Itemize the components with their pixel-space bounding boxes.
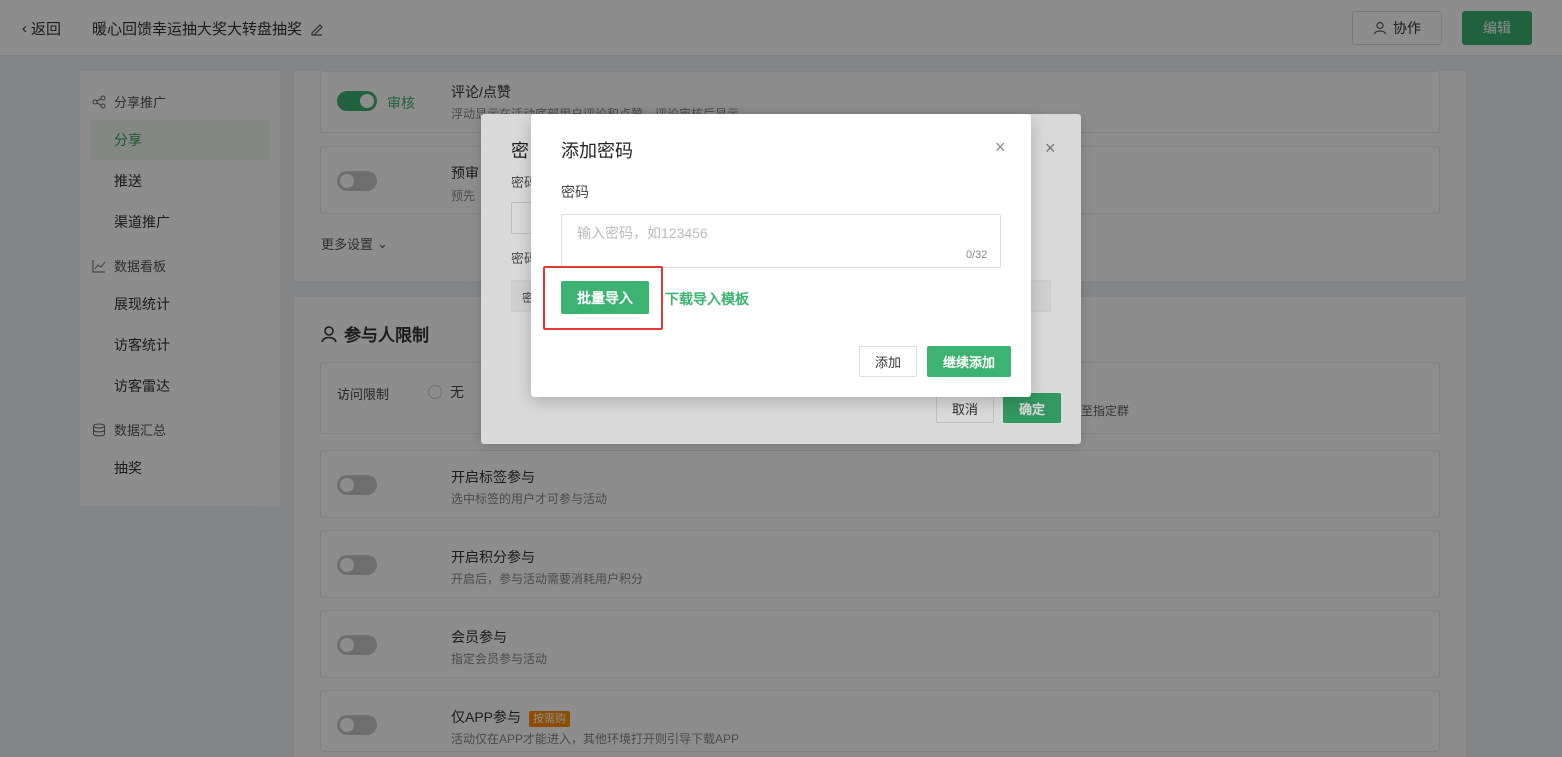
char-counter: 0/32: [966, 249, 988, 261]
add-button[interactable]: 添加: [859, 346, 917, 377]
password-input[interactable]: [561, 214, 1001, 268]
batch-import-button[interactable]: 批量导入: [561, 281, 649, 314]
password-field-label: 密码: [561, 184, 589, 200]
add-password-dialog: 添加密码 × 密码 0/32 批量导入 下载导入模板 添加 继续添加: [531, 114, 1031, 397]
continue-add-button[interactable]: 继续添加: [927, 346, 1011, 377]
dialog-title: 添加密码: [561, 141, 633, 161]
download-template-link[interactable]: 下载导入模板: [665, 289, 749, 309]
close-icon[interactable]: ×: [995, 138, 1006, 156]
